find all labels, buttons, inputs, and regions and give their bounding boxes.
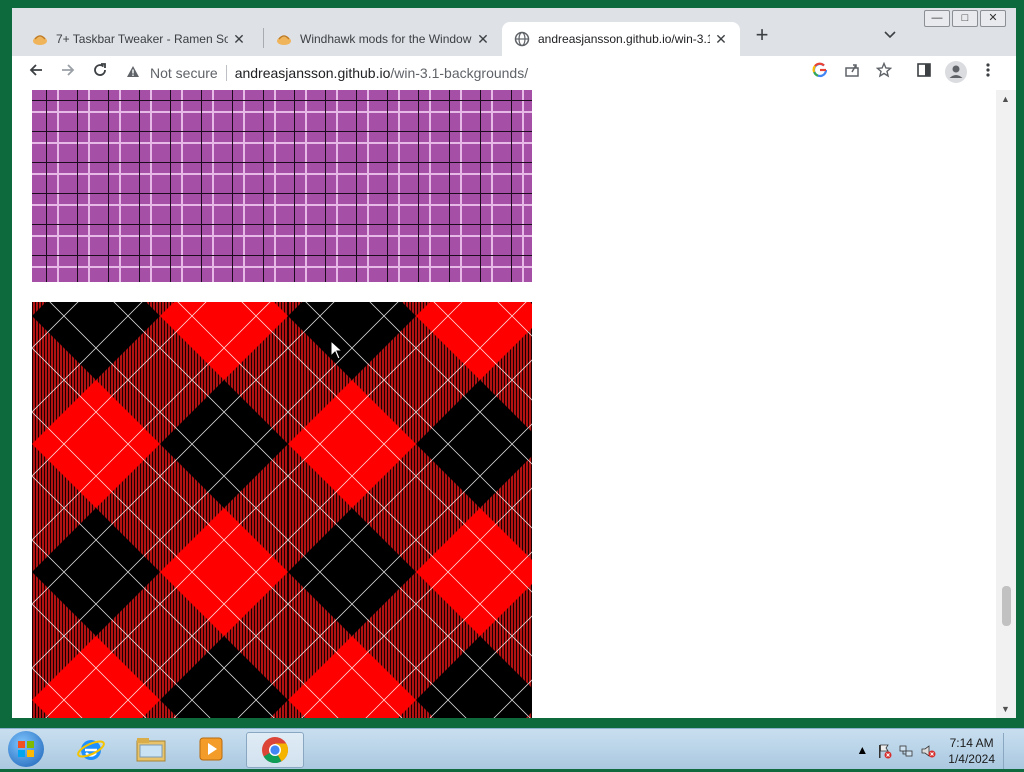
side-panel-icon[interactable] [912,61,936,85]
clock-date: 1/4/2024 [948,752,995,766]
tab-taskbar-tweaker[interactable]: 7+ Taskbar Tweaker - Ramen Sof ✕ [20,22,258,56]
window-controls: — □ ✕ [922,10,1006,27]
scroll-up-arrow-icon[interactable]: ▲ [1001,94,1010,104]
browser-toolbar: Not secure andreasjansson.github.io/win-… [12,56,1016,91]
folder-icon [136,738,166,762]
tab-close-icon[interactable]: ✕ [710,31,732,48]
new-tab-button[interactable]: + [750,24,774,48]
url-text: andreasjansson.github.io/win-3.1-backgro… [235,65,528,81]
close-window-button[interactable]: ✕ [980,10,1006,27]
profile-avatar-icon[interactable] [944,61,968,85]
page-content [12,90,996,718]
ramen-favicon-icon [276,31,292,47]
ramen-favicon-icon [32,31,48,47]
system-tray: ▲ 7:14 AM 1/4/2024 [848,733,1016,769]
bookmark-star-icon[interactable] [872,61,896,85]
address-separator [225,65,227,81]
tab-title: 7+ Taskbar Tweaker - Ramen Sof [56,32,228,46]
browser-window: 7+ Taskbar Tweaker - Ramen Sof ✕ Windhaw… [12,8,1016,718]
kebab-menu-icon[interactable] [976,61,1000,85]
google-lens-icon[interactable] [808,61,832,85]
start-button[interactable] [8,731,44,767]
taskbar-app-internet-explorer[interactable] [64,732,118,766]
security-label: Not secure [150,65,218,81]
internet-explorer-icon [77,740,105,760]
forward-arrow-icon[interactable] [56,61,80,85]
mouse-cursor-icon [330,340,344,360]
taskbar-app-file-explorer[interactable] [124,732,178,766]
chrome-icon [262,737,289,764]
tab-search-chevron-icon[interactable] [884,28,896,42]
tab-title: Windhawk mods for the Window [300,32,472,46]
reload-icon[interactable] [88,61,112,85]
back-arrow-icon[interactable] [24,61,48,85]
scrollbar-thumb[interactable] [1002,586,1011,626]
globe-icon [514,31,530,47]
volume-muted-icon[interactable] [920,743,936,759]
url-path: /win-3.1-backgrounds/ [390,65,529,81]
taskbar-app-media-player[interactable] [184,732,238,766]
tab-windhawk[interactable]: Windhawk mods for the Window ✕ [264,22,502,56]
purple-squares-pattern[interactable] [32,90,532,282]
maximize-button[interactable]: □ [952,10,978,27]
scroll-down-arrow-icon[interactable]: ▼ [1001,704,1010,714]
warning-triangle-icon[interactable] [126,65,140,82]
minimize-button[interactable]: — [924,10,950,27]
tab-strip: 7+ Taskbar Tweaker - Ramen Sof ✕ Windhaw… [12,8,1016,58]
tab-close-icon[interactable]: ✕ [472,31,494,48]
media-player-icon [199,737,223,761]
address-bar[interactable]: Not secure andreasjansson.github.io/win-… [122,59,902,87]
clock-time: 7:14 AM [949,736,994,750]
tab-win31-backgrounds[interactable]: andreasjansson.github.io/win-3.1 ✕ [502,22,740,56]
show-desktop-button[interactable] [1003,733,1016,769]
system-clock[interactable]: 7:14 AM 1/4/2024 [948,735,995,767]
share-icon[interactable] [840,61,864,85]
vertical-scrollbar[interactable]: ▲ ▼ [996,90,1016,718]
network-icon[interactable] [898,743,914,759]
url-host: andreasjansson.github.io [234,65,391,81]
taskbar: ▲ 7:14 AM 1/4/2024 [0,728,1024,769]
show-hidden-icons-chevron-icon[interactable]: ▲ [854,743,870,759]
action-center-flag-icon[interactable] [876,743,892,759]
taskbar-app-chrome[interactable] [246,732,304,768]
tab-title: andreasjansson.github.io/win-3.1 [538,32,710,46]
red-black-argyle-pattern[interactable] [32,302,532,718]
windows-logo-icon [18,741,34,757]
tab-close-icon[interactable]: ✕ [228,31,250,48]
